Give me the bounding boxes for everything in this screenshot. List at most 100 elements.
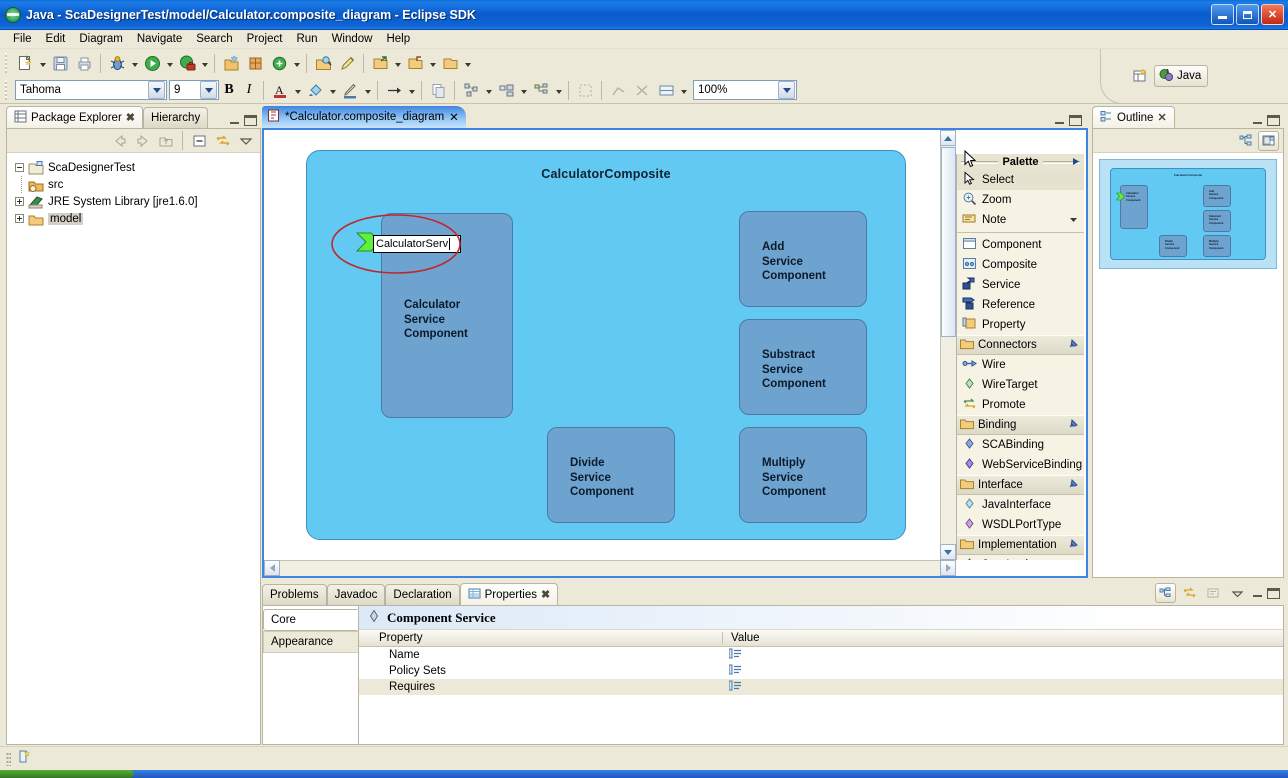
tab-calculator-composite-diagram[interactable]: *Calculator.composite_diagram ✕ (262, 106, 466, 128)
menu-project[interactable]: Project (240, 31, 290, 47)
match-size-icon[interactable] (495, 79, 517, 101)
table-row[interactable]: Policy Sets (359, 663, 1283, 679)
perspective-java[interactable]: Java (1154, 65, 1209, 87)
tab-problems[interactable]: Problems (262, 584, 327, 605)
run-dropdown-arrow[interactable] (164, 52, 175, 74)
route-icon[interactable] (631, 79, 653, 101)
palette-group-binding[interactable]: Binding (957, 415, 1084, 435)
close-icon[interactable]: ✕ (449, 110, 459, 124)
font-color-dropdown-arrow[interactable] (292, 79, 303, 101)
new-file-icon[interactable] (14, 52, 36, 74)
ruler-grid-icon[interactable] (655, 79, 677, 101)
new-class-icon[interactable] (268, 52, 290, 74)
expand-expander-model[interactable] (15, 214, 24, 223)
debug-bug-icon[interactable] (106, 52, 128, 74)
collapse-expander[interactable] (15, 163, 24, 172)
minimize-view-button[interactable] (228, 115, 241, 126)
close-button[interactable]: ✕ (1261, 4, 1284, 25)
palette-item-javainterface[interactable]: JavaInterface (957, 495, 1084, 515)
palette-item-scabinding[interactable]: SCABinding (957, 435, 1084, 455)
restore-button[interactable] (1236, 4, 1259, 25)
line-color-dropdown-arrow[interactable] (362, 79, 373, 101)
new-java-project-icon[interactable] (220, 52, 242, 74)
format-toolbar-grip[interactable] (3, 80, 10, 100)
new-class-dropdown-arrow[interactable] (291, 52, 302, 74)
close-icon[interactable]: ✕ (1157, 111, 1166, 124)
italic-button[interactable]: I (239, 79, 259, 101)
toolbar-grip[interactable] (3, 53, 10, 73)
vertical-scroll-thumb[interactable] (941, 147, 956, 337)
copy-appearance-icon[interactable] (427, 79, 449, 101)
start-button[interactable] (0, 770, 134, 778)
expand-expander-jre[interactable] (15, 197, 24, 206)
maximize-properties-button[interactable] (1267, 587, 1280, 599)
next-annotation-icon[interactable] (369, 52, 391, 74)
maximize-editor-button[interactable] (1069, 115, 1082, 126)
maximize-outline-button[interactable] (1267, 115, 1280, 126)
scroll-left-button[interactable] (264, 560, 280, 576)
palette-item-property[interactable]: Property (957, 315, 1084, 335)
font-size-dropdown-arrow[interactable] (200, 81, 217, 99)
external-tools-icon[interactable] (176, 52, 198, 74)
scroll-right-button[interactable] (940, 560, 956, 576)
tab-javadoc[interactable]: Javadoc (326, 584, 386, 605)
new-file-dropdown-arrow[interactable] (37, 52, 48, 74)
minimize-editor-button[interactable] (1053, 115, 1066, 126)
palette-item-webservicebinding[interactable]: WebServiceBinding (957, 455, 1084, 475)
palette-group-implementation[interactable]: Implementation (957, 535, 1084, 555)
palette-item-reference[interactable]: Reference (957, 295, 1084, 315)
tab-package-explorer[interactable]: Package Explorer ✖ (6, 106, 143, 128)
line-style-dropdown-arrow[interactable] (406, 79, 417, 101)
external-tools-dropdown-arrow[interactable] (199, 52, 210, 74)
fill-color-icon[interactable] (304, 79, 326, 101)
back-arrow-icon[interactable] (109, 131, 130, 151)
pin-icon[interactable] (1068, 538, 1079, 552)
advanced-icon[interactable] (1179, 583, 1200, 603)
tree-node-src[interactable]: src (15, 176, 260, 193)
note-dropdown-arrow-icon[interactable] (1069, 214, 1078, 226)
palette-item-wsdlporttype[interactable]: WSDLPortType (957, 515, 1084, 535)
minimize-outline-button[interactable] (1251, 115, 1264, 126)
menu-file[interactable]: File (6, 31, 39, 47)
edit-list-icon[interactable] (728, 648, 742, 663)
view-menu-icon[interactable] (235, 131, 256, 151)
previous-annotation-icon[interactable] (404, 52, 426, 74)
palette-item-component[interactable]: Component (957, 235, 1084, 255)
minimize-properties-button[interactable] (1251, 588, 1264, 599)
run-play-icon[interactable] (141, 52, 163, 74)
tab-properties[interactable]: Properties ✖ (459, 583, 559, 605)
palette-item-composite[interactable]: Composite (957, 255, 1084, 275)
maximize-view-button[interactable] (244, 115, 257, 126)
value-cell[interactable] (723, 680, 1283, 695)
debug-dropdown-arrow[interactable] (129, 52, 140, 74)
save-disk-icon[interactable] (49, 52, 71, 74)
align-dropdown-arrow[interactable] (483, 79, 494, 101)
tab-outline[interactable]: Outline ✕ (1092, 106, 1175, 128)
outline-thumbnail[interactable]: CalculatorComposite Calculator Service C… (1099, 159, 1277, 269)
forward-arrow-icon[interactable] (132, 131, 153, 151)
palette-item-service[interactable]: Service (957, 275, 1084, 295)
divide-service-component[interactable]: Divide Service Component (547, 427, 675, 523)
last-edit-icon[interactable] (439, 52, 461, 74)
canvas-horizontal-scrollbar[interactable] (264, 560, 956, 576)
close-icon[interactable]: ✖ (541, 588, 550, 601)
tab-declaration[interactable]: Declaration (385, 584, 460, 605)
open-type-icon[interactable] (312, 52, 334, 74)
align-icon[interactable] (460, 79, 482, 101)
match-size-dropdown-arrow[interactable] (518, 79, 529, 101)
font-color-icon[interactable]: A (269, 79, 291, 101)
select-all-icon[interactable] (574, 79, 596, 101)
pin-icon[interactable] (1068, 478, 1079, 492)
tree-view-icon[interactable] (1235, 131, 1256, 151)
font-family-combo[interactable]: Tahoma (15, 80, 167, 100)
next-annotation-dropdown-arrow[interactable] (392, 52, 403, 74)
side-tab-core[interactable]: Core (263, 609, 358, 631)
minimize-button[interactable] (1211, 4, 1234, 25)
line-color-icon[interactable] (339, 79, 361, 101)
edit-list-icon[interactable] (728, 664, 742, 679)
palette-item-wire[interactable]: Wire (957, 355, 1084, 375)
menu-window[interactable]: Window (325, 31, 380, 47)
add-service-component[interactable]: Add Service Component (739, 211, 867, 307)
palette-layout-arrow-icon[interactable] (1072, 157, 1080, 169)
menu-navigate[interactable]: Navigate (130, 31, 189, 47)
